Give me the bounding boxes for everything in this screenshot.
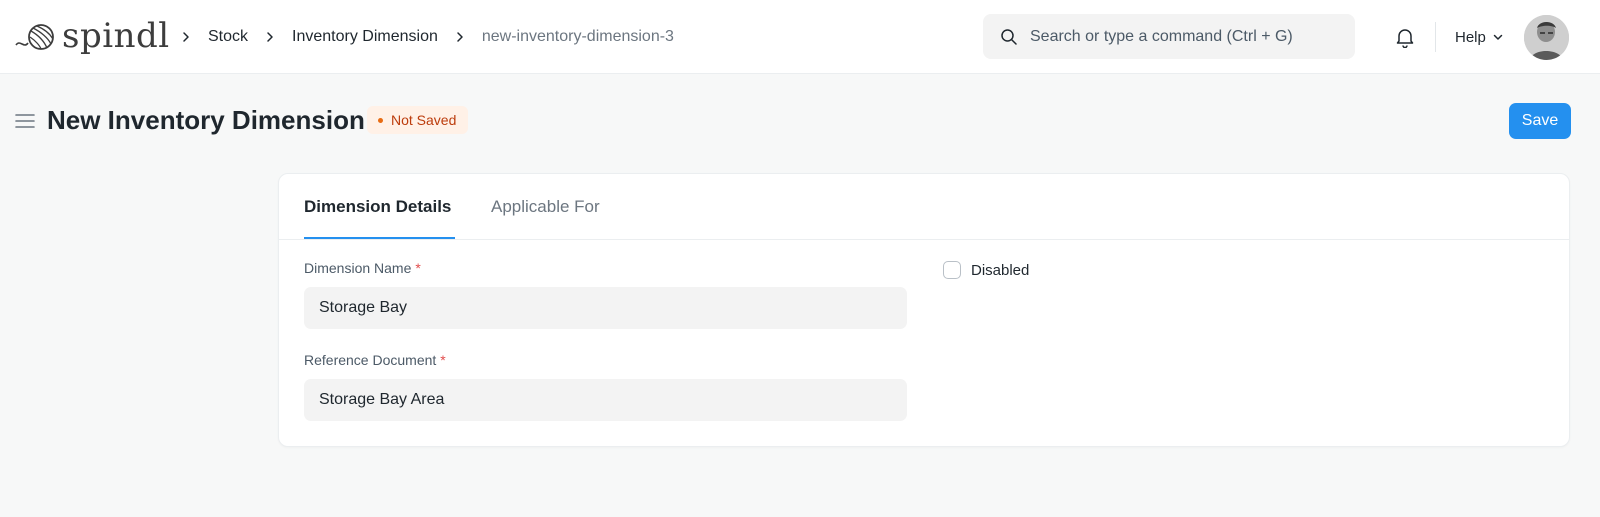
avatar[interactable] bbox=[1524, 15, 1569, 60]
disabled-checkbox[interactable] bbox=[943, 261, 961, 279]
breadcrumb-inventory-dimension[interactable]: Inventory Dimension bbox=[292, 26, 438, 48]
tab-dimension-details[interactable]: Dimension Details bbox=[304, 195, 451, 219]
disabled-field[interactable]: Disabled bbox=[943, 260, 1029, 280]
dimension-name-input[interactable] bbox=[304, 287, 907, 329]
save-button[interactable]: Save bbox=[1509, 103, 1571, 139]
form-card: Dimension Details Applicable For Dimensi… bbox=[278, 173, 1570, 447]
required-marker: * bbox=[415, 260, 421, 276]
dimension-name-label: Dimension Name * bbox=[304, 260, 421, 276]
breadcrumb: Stock Inventory Dimension new-inventory-… bbox=[178, 26, 674, 48]
help-dropdown[interactable]: Help bbox=[1455, 26, 1504, 48]
chevron-right-icon bbox=[262, 29, 278, 45]
search-icon bbox=[1001, 28, 1017, 45]
yarn-ball-icon bbox=[15, 24, 54, 50]
status-dot bbox=[378, 117, 383, 123]
navbar-divider bbox=[1435, 22, 1436, 52]
reference-document-input[interactable] bbox=[304, 379, 907, 421]
breadcrumb-current: new-inventory-dimension-3 bbox=[481, 28, 674, 45]
search-bar[interactable] bbox=[983, 14, 1355, 59]
breadcrumb-stock[interactable]: Stock bbox=[208, 26, 248, 48]
tab-applicable-for[interactable]: Applicable For bbox=[491, 195, 600, 219]
chevron-right-icon bbox=[452, 29, 468, 45]
page-title: New Inventory Dimension bbox=[47, 105, 365, 135]
status-badge: Not Saved bbox=[367, 106, 469, 134]
status-text: Not Saved bbox=[391, 112, 457, 128]
required-marker: * bbox=[440, 352, 446, 368]
active-tab-indicator bbox=[304, 237, 455, 239]
help-label: Help bbox=[1455, 28, 1486, 46]
user-photo-icon bbox=[1524, 15, 1569, 60]
reference-document-label: Reference Document * bbox=[304, 352, 446, 368]
logo-text: spindl bbox=[62, 16, 170, 56]
disabled-label: Disabled bbox=[971, 261, 1030, 279]
chevron-right-icon bbox=[178, 29, 194, 45]
form-tabs: Dimension Details Applicable For bbox=[279, 174, 1569, 240]
chevron-down-icon bbox=[1493, 34, 1503, 40]
navbar: spindl Stock Inventory Dimension new-inv… bbox=[0, 0, 1600, 74]
app-logo[interactable]: spindl bbox=[14, 16, 170, 56]
bell-icon[interactable] bbox=[1394, 26, 1416, 48]
search-input[interactable] bbox=[1030, 27, 1340, 46]
sidebar-toggle-icon[interactable] bbox=[14, 110, 36, 132]
